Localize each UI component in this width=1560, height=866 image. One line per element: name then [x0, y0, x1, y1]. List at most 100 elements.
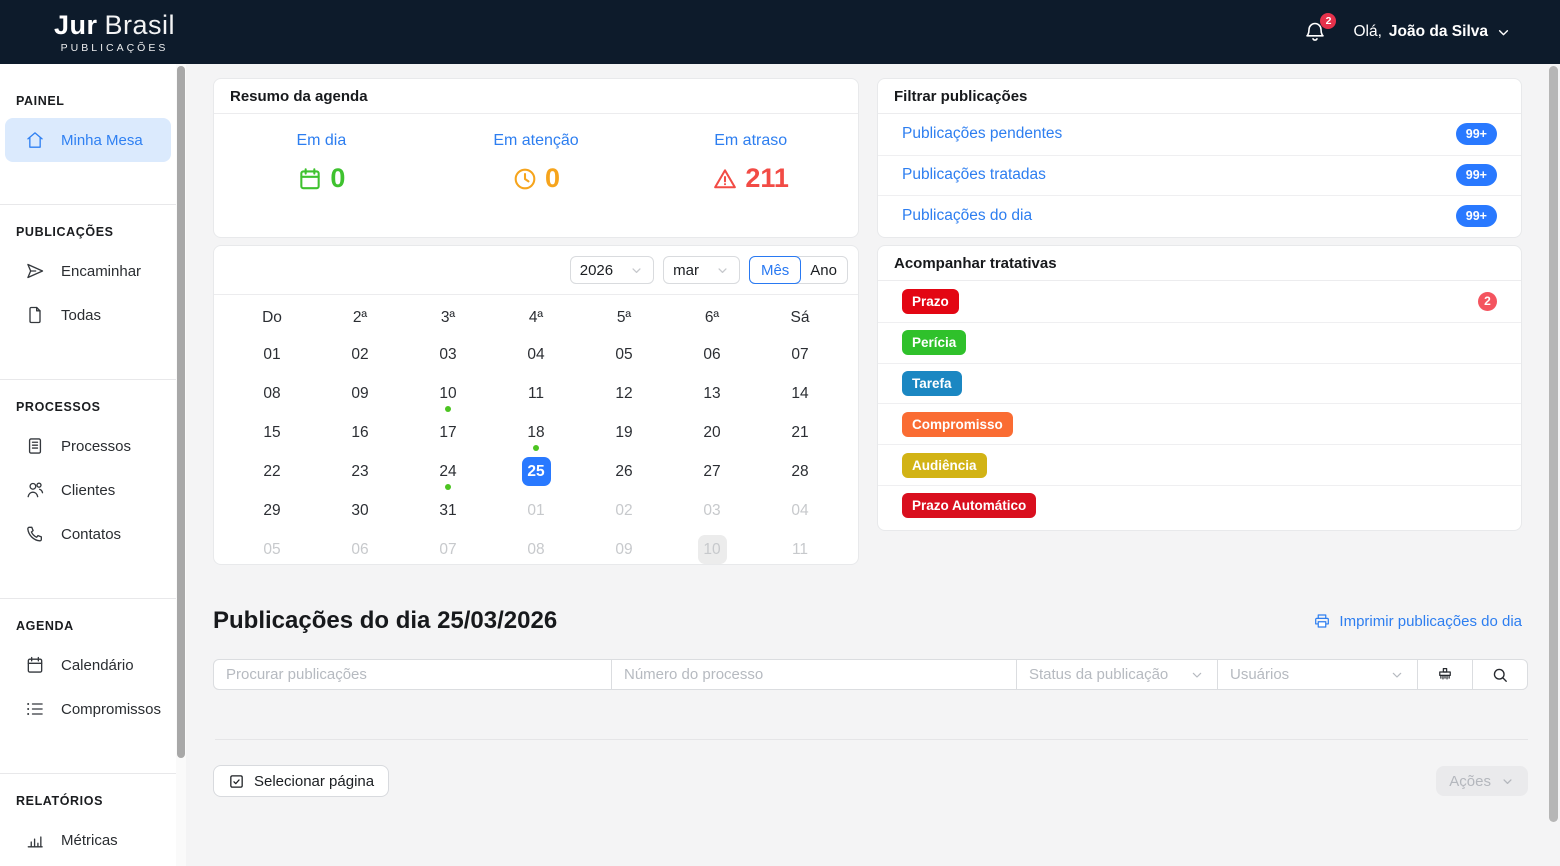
calendar-day[interactable]: 29	[228, 491, 316, 530]
filter-publications-card: Filtrar publicações Publicações pendente…	[877, 78, 1522, 238]
user-menu[interactable]: Olá, João da Silva	[1353, 23, 1512, 41]
calendar-day[interactable]: 09	[580, 530, 668, 569]
calendar-day[interactable]: 11	[492, 374, 580, 413]
calendar-day-number: 28	[786, 457, 815, 486]
filter-row-publicacoes-do-dia[interactable]: Publicações do dia99+	[878, 195, 1521, 236]
calendar-month-select[interactable]: mar	[663, 256, 740, 284]
tratativa-row-prazo[interactable]: Prazo2	[878, 281, 1521, 322]
calendar-view-year-button[interactable]: Ano	[800, 257, 847, 283]
users-select[interactable]: Usuários	[1217, 660, 1417, 689]
select-page-button[interactable]: Selecionar página	[213, 765, 389, 797]
calendar-day[interactable]: 11	[756, 530, 844, 569]
sidebar-item-label: Calendário	[61, 657, 134, 674]
calendar-day[interactable]: 24	[404, 452, 492, 491]
sidebar-item-compromissos[interactable]: Compromissos	[5, 687, 171, 731]
sidebar-item-contatos[interactable]: Contatos	[5, 512, 171, 556]
sidebar-item-processos[interactable]: Processos	[5, 424, 171, 468]
calendar-year-select[interactable]: 2026	[570, 256, 654, 284]
calendar-day[interactable]: 20	[668, 413, 756, 452]
filter-row-publicacoes-tratadas[interactable]: Publicações tratadas99+	[878, 155, 1521, 196]
calendar-day[interactable]: 30	[316, 491, 404, 530]
sidebar-item-metricas[interactable]: Métricas	[5, 818, 171, 862]
calendar-day[interactable]: 12	[580, 374, 668, 413]
page-scrollbar[interactable]	[1549, 66, 1558, 830]
calendar-day[interactable]: 15	[228, 413, 316, 452]
calendar-view-month-button[interactable]: Mês	[749, 256, 801, 284]
calendar-day-number: 08	[522, 535, 551, 564]
actions-button[interactable]: Ações	[1436, 766, 1528, 796]
calendar-day[interactable]: 17	[404, 413, 492, 452]
sidebar-scrollbar[interactable]	[176, 64, 186, 866]
tratativa-row-compromisso[interactable]: Compromisso	[878, 403, 1521, 444]
sidebar-item-label: Encaminhar	[61, 263, 141, 280]
sidebar-item-calendario[interactable]: Calendário	[5, 643, 171, 687]
sidebar-item-encaminhar[interactable]: Encaminhar	[5, 249, 171, 293]
calendar-day[interactable]: 04	[756, 491, 844, 530]
sidebar-section-agenda: AGENDACalendárioCompromissos	[0, 599, 176, 751]
checkbox-icon	[228, 773, 245, 790]
calendar-day[interactable]: 01	[228, 335, 316, 374]
calendar-day[interactable]: 16	[316, 413, 404, 452]
sidebar-item-minha-mesa[interactable]: Minha Mesa	[5, 118, 171, 162]
sidebar-section-painel: PAINELMinha Mesa	[0, 74, 176, 182]
tratativa-row-audiencia[interactable]: Audiência	[878, 444, 1521, 485]
page-scrollbar-thumb[interactable]	[1549, 66, 1558, 822]
calendar-day[interactable]: 09	[316, 374, 404, 413]
tratativa-row-pericia[interactable]: Perícia	[878, 322, 1521, 363]
sidebar-item-clientes[interactable]: Clientes	[5, 468, 171, 512]
agenda-stat-link[interactable]: Em dia	[214, 132, 429, 150]
tratativa-count-badge: 2	[1478, 292, 1497, 311]
calendar-day[interactable]: 23	[316, 452, 404, 491]
publication-status-select[interactable]: Status da publicação	[1016, 660, 1217, 689]
calendar-day[interactable]: 02	[580, 491, 668, 530]
calendar-day[interactable]: 10	[668, 530, 756, 569]
calendar-day[interactable]: 18	[492, 413, 580, 452]
calendar-day[interactable]: 07	[756, 335, 844, 374]
calendar-day[interactable]: 26	[580, 452, 668, 491]
calendar-day[interactable]: 06	[668, 335, 756, 374]
sidebar-section-heading: RELATÓRIOS	[0, 774, 176, 818]
calendar-day[interactable]: 07	[404, 530, 492, 569]
calendar-day[interactable]: 10	[404, 374, 492, 413]
agenda-stat-link[interactable]: Em atraso	[643, 132, 858, 150]
calendar-day[interactable]: 25	[492, 452, 580, 491]
calendar-day-number: 30	[346, 496, 375, 525]
calendar-day[interactable]: 01	[492, 491, 580, 530]
sidebar-item-todas[interactable]: Todas	[5, 293, 171, 337]
sidebar-scrollbar-thumb[interactable]	[177, 66, 185, 758]
calendar-day[interactable]: 04	[492, 335, 580, 374]
calendar-day[interactable]: 05	[580, 335, 668, 374]
process-number-input[interactable]	[612, 660, 1016, 689]
calendar-day[interactable]: 21	[756, 413, 844, 452]
broom-icon	[1436, 666, 1454, 684]
print-publications-link[interactable]: Imprimir publicações do dia	[1313, 612, 1522, 630]
filter-row-publicacoes-pendentes[interactable]: Publicações pendentes99+	[878, 114, 1521, 155]
calendar-day-number: 15	[258, 418, 287, 447]
calendar-day[interactable]: 28	[756, 452, 844, 491]
calendar-day[interactable]: 08	[228, 374, 316, 413]
calendar-weekday: 5ª	[580, 301, 668, 335]
calendar-day[interactable]: 05	[228, 530, 316, 569]
search-publications-input[interactable]	[214, 660, 611, 689]
clear-filters-button[interactable]	[1417, 660, 1472, 689]
notifications-button[interactable]: 2	[1303, 20, 1327, 44]
tratativas-list: Prazo2PeríciaTarefaCompromissoAudiênciaP…	[878, 281, 1521, 526]
calendar-day[interactable]: 06	[316, 530, 404, 569]
agenda-stat-link[interactable]: Em atenção	[429, 132, 644, 150]
calendar-day[interactable]: 03	[668, 491, 756, 530]
calendar-day[interactable]: 13	[668, 374, 756, 413]
calendar-day[interactable]: 14	[756, 374, 844, 413]
tratativa-row-tarefa[interactable]: Tarefa	[878, 363, 1521, 404]
calendar-day[interactable]: 03	[404, 335, 492, 374]
calendar-day[interactable]: 08	[492, 530, 580, 569]
search-button[interactable]	[1472, 660, 1527, 689]
logo-primary: Jur	[54, 10, 98, 40]
sidebar-item-label: Métricas	[61, 832, 118, 849]
calendar-day[interactable]: 27	[668, 452, 756, 491]
tratativa-row-prazo-automatico[interactable]: Prazo Automático	[878, 485, 1521, 526]
calendar-day[interactable]: 31	[404, 491, 492, 530]
tratativas-title: Acompanhar tratativas	[878, 246, 1521, 281]
calendar-day[interactable]: 22	[228, 452, 316, 491]
calendar-day[interactable]: 19	[580, 413, 668, 452]
calendar-day[interactable]: 02	[316, 335, 404, 374]
